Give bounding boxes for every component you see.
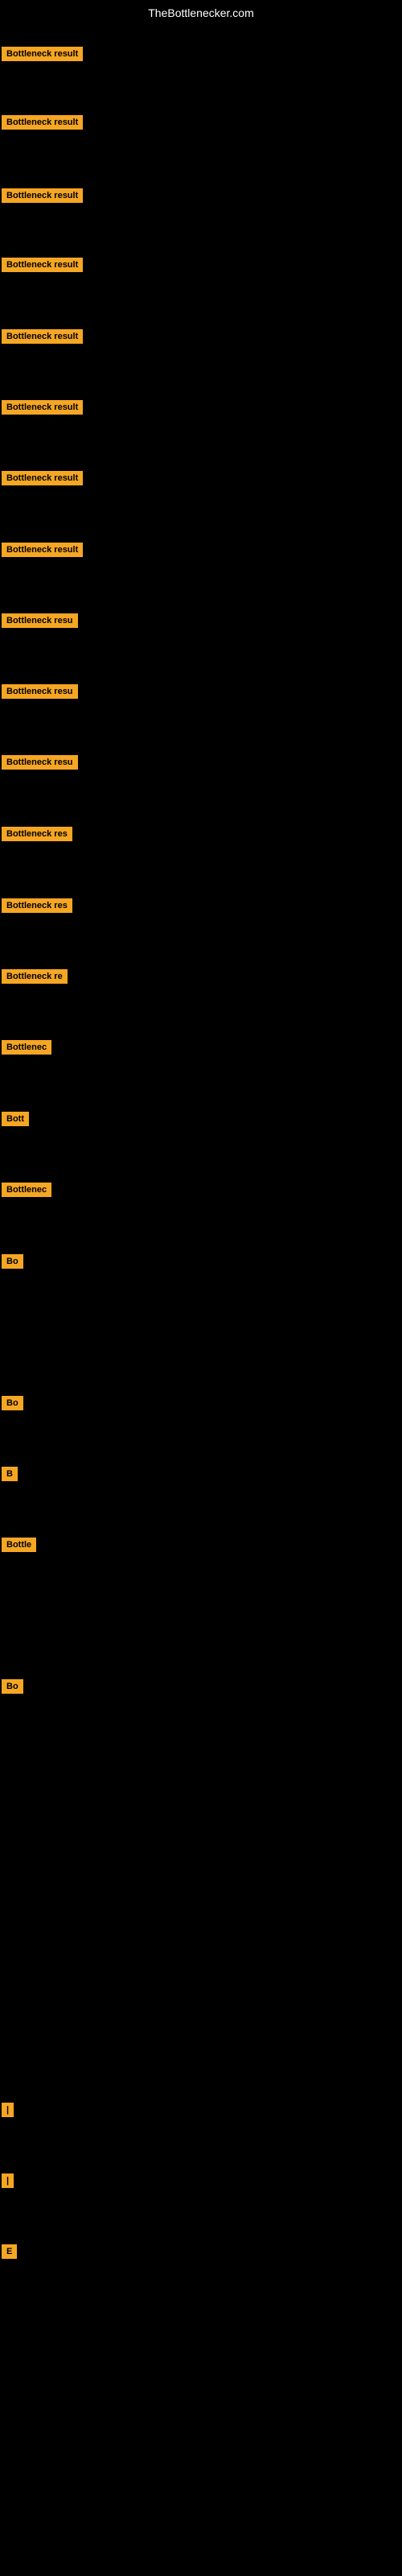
bottleneck-badge-15: Bottlenec: [2, 1040, 51, 1055]
bottleneck-badge-21: Bottle: [2, 1538, 36, 1552]
bottleneck-badge-20: B: [2, 1467, 18, 1481]
bottleneck-badge-10: Bottleneck resu: [2, 684, 78, 699]
bottleneck-badge-3: Bottleneck result: [2, 188, 83, 203]
bottleneck-badge-13: Bottleneck res: [2, 898, 72, 913]
bottleneck-badge-19: Bo: [2, 1396, 23, 1410]
bottleneck-badge-7: Bottleneck result: [2, 471, 83, 485]
bottleneck-badge-14: Bottleneck re: [2, 969, 68, 984]
bottleneck-badge-18: Bo: [2, 1254, 23, 1269]
bottleneck-badge-23: |: [2, 2103, 14, 2117]
bottleneck-badge-12: Bottleneck res: [2, 827, 72, 841]
bottleneck-badge-22: Bo: [2, 1679, 23, 1694]
bottleneck-badge-5: Bottleneck result: [2, 329, 83, 344]
bottleneck-badge-11: Bottleneck resu: [2, 755, 78, 770]
bottleneck-badge-16: Bott: [2, 1112, 29, 1126]
bottleneck-badge-2: Bottleneck result: [2, 115, 83, 130]
bottleneck-badge-1: Bottleneck result: [2, 47, 83, 61]
bottleneck-badge-17: Bottlenec: [2, 1183, 51, 1197]
site-title: TheBottlenecker.com: [0, 0, 402, 26]
bottleneck-badge-24: |: [2, 2174, 14, 2188]
bottleneck-badge-4: Bottleneck result: [2, 258, 83, 272]
bottleneck-badge-6: Bottleneck result: [2, 400, 83, 415]
bottleneck-badge-8: Bottleneck result: [2, 543, 83, 557]
bottleneck-badge-9: Bottleneck resu: [2, 613, 78, 628]
bottleneck-badge-25: E: [2, 2244, 17, 2259]
